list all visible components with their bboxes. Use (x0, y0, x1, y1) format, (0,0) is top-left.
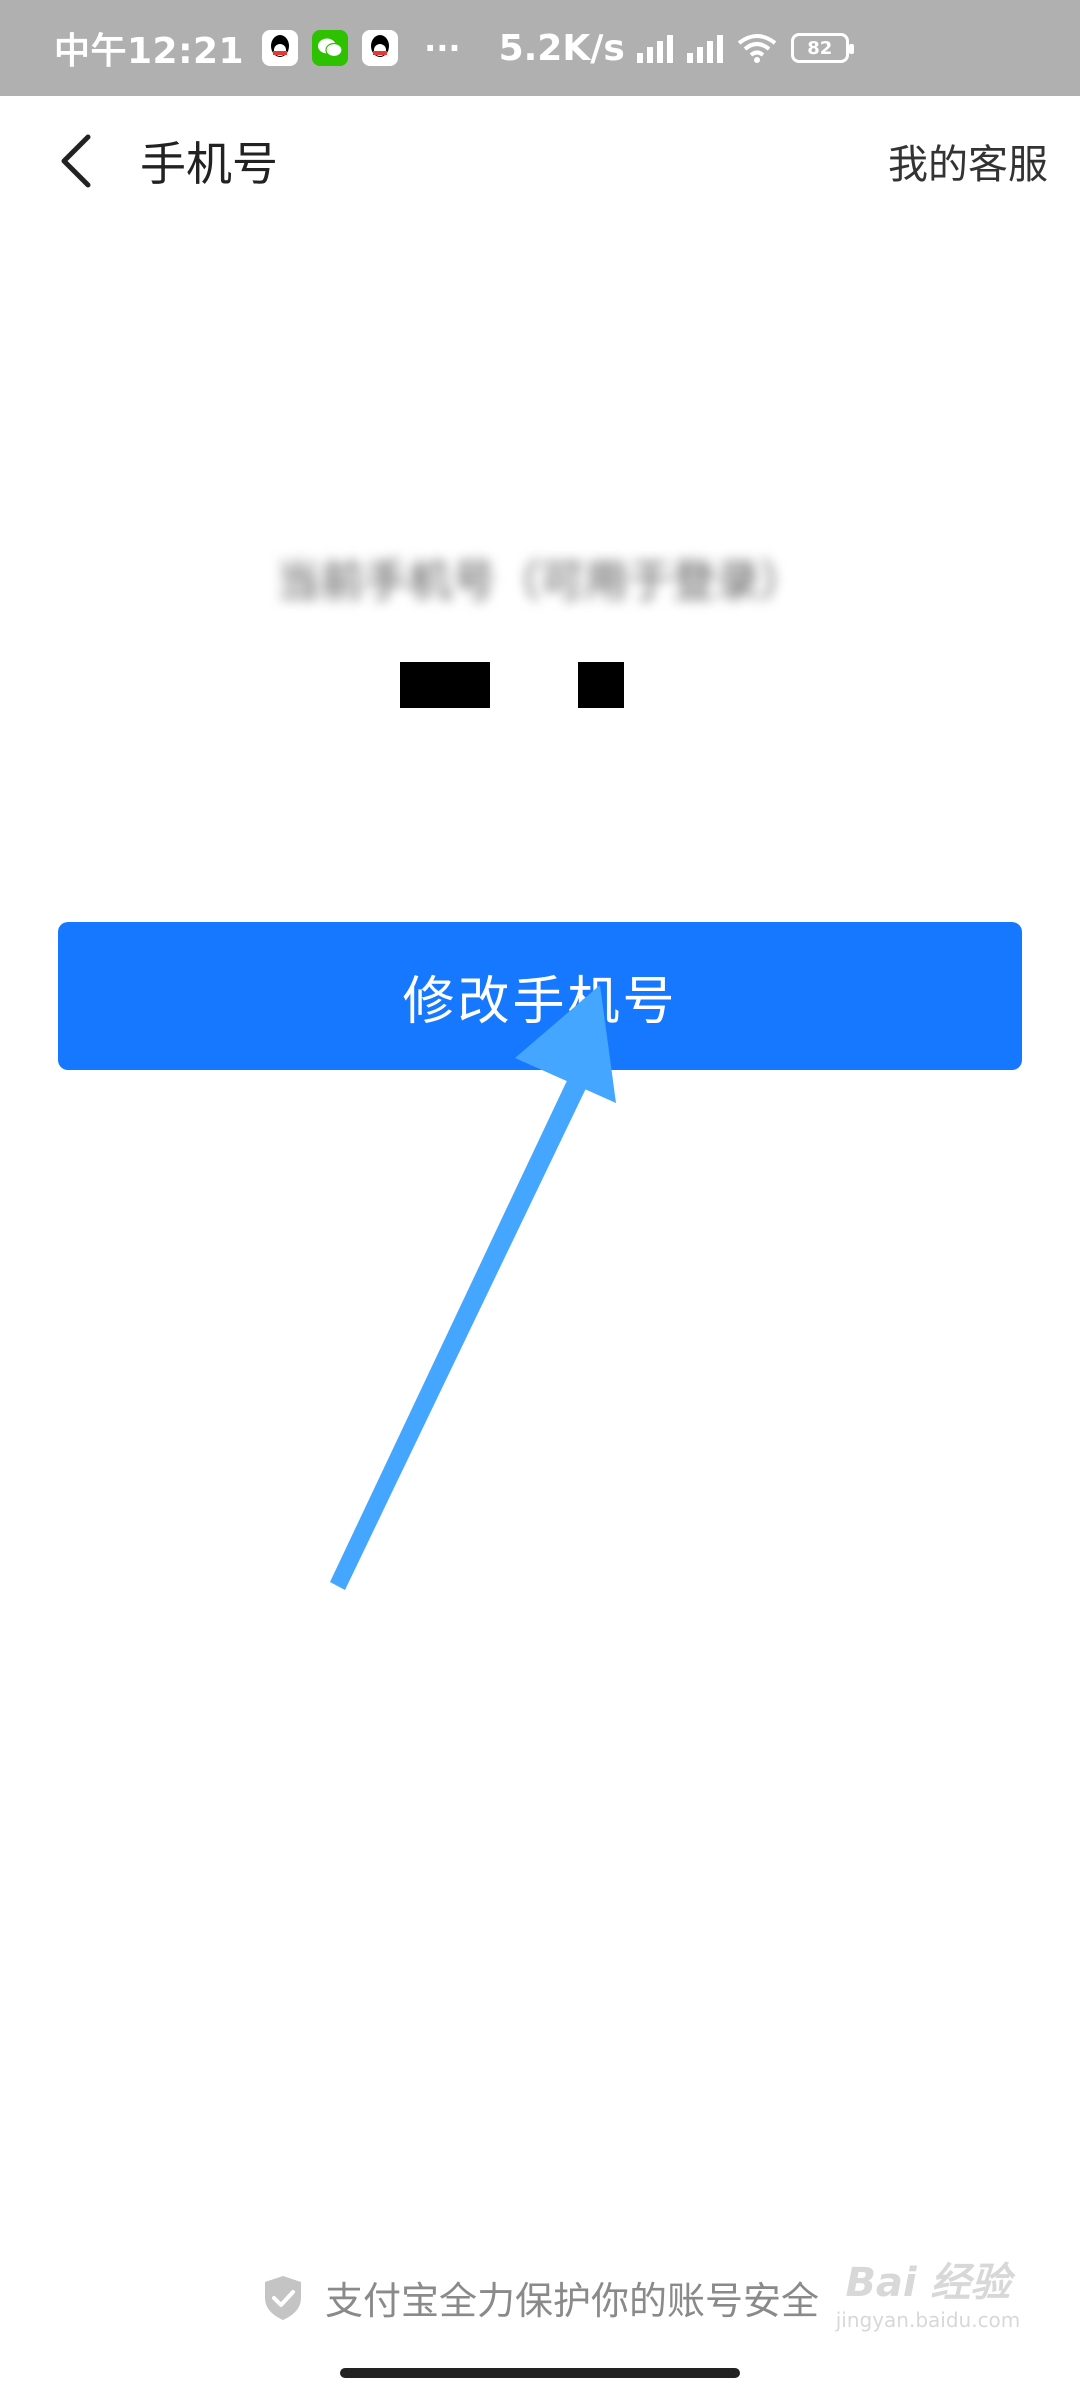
chevron-left-icon (61, 134, 91, 188)
annotation-arrow-icon (330, 985, 616, 1590)
signal-icon (686, 33, 723, 63)
status-time: 中午12:21 (54, 31, 245, 72)
watermark-url: jingyan.baidu.com (835, 2308, 1021, 2332)
signal-icon (636, 33, 673, 63)
security-footer-text: 支付宝全力保护你的账号安全 (324, 2279, 819, 2323)
shield-check-icon (264, 2275, 301, 2320)
home-indicator[interactable] (340, 2368, 740, 2378)
status-more: ··· (424, 29, 461, 67)
network-speed: 5.2K/s (498, 27, 625, 69)
qq-icon (262, 30, 299, 66)
page-title: 手机号 (140, 137, 278, 191)
wechat-icon (312, 30, 349, 66)
baidu-watermark: Bai 经验 jingyan.baidu.com (828, 2250, 1028, 2370)
back-button[interactable] (36, 121, 116, 201)
customer-service-link[interactable]: 我的客服 (888, 132, 1048, 190)
watermark-text: Bai 经验 (845, 2260, 1011, 2306)
status-bar: 中午12:21 ··· 5.2K/s 82 (0, 0, 1080, 96)
wifi-icon (737, 34, 777, 63)
nav-bar: 手机号 我的客服 (0, 96, 1080, 226)
current-phone-label: 当前手机号（可用于登录） (276, 556, 804, 607)
battery-level: 82 (807, 37, 833, 59)
change-phone-button[interactable]: 修改手机号 (58, 922, 1022, 1070)
redaction-block (578, 662, 624, 708)
redaction-block (400, 662, 490, 708)
qq-icon (362, 30, 399, 66)
battery-icon: 82 (790, 33, 854, 63)
current-phone-number-masked (0, 662, 1080, 712)
